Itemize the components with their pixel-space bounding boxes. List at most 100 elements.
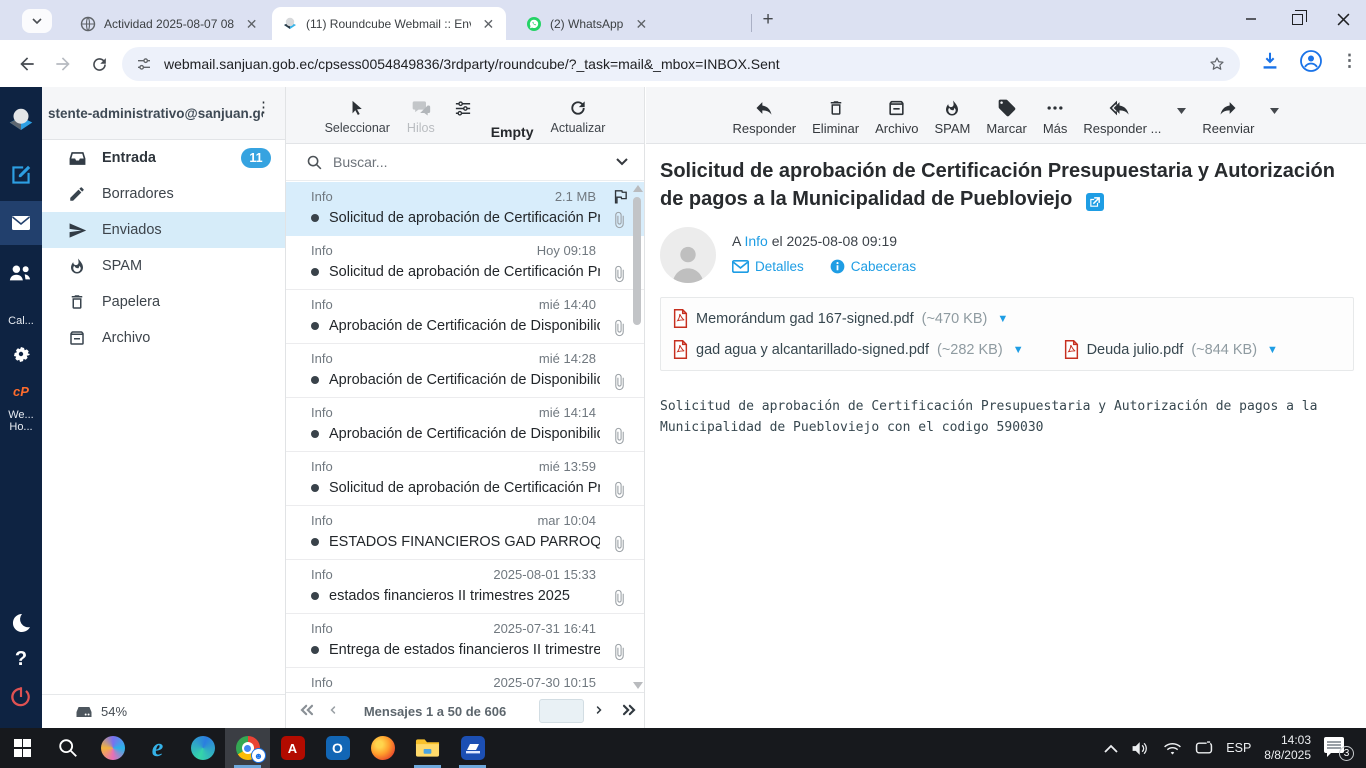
site-settings-icon[interactable] xyxy=(136,56,152,72)
search-bar[interactable] xyxy=(286,144,644,181)
compose-button[interactable] xyxy=(0,157,42,193)
cpanel-icon[interactable]: cP xyxy=(0,379,42,403)
outlook-icon[interactable]: O xyxy=(315,728,360,768)
next-page-button[interactable] xyxy=(592,700,606,720)
attachment-item[interactable]: Deuda julio.pdf (~844 KB) ▼ xyxy=(1064,340,1278,360)
attachment-item[interactable]: gad agua y alcantarillado-signed.pdf (~2… xyxy=(673,340,1024,360)
message-row[interactable]: Info Hoy 09:18 Solicitud de aprobación de… xyxy=(286,236,644,290)
acrobat-icon[interactable]: A xyxy=(270,728,315,768)
prev-page-button[interactable] xyxy=(326,700,340,720)
tab-roundcube[interactable]: (11) Roundcube Webmail :: Envi ✕ xyxy=(272,7,506,40)
threads-button[interactable]: Hilos xyxy=(407,96,435,135)
folder-drafts[interactable]: Borradores xyxy=(42,176,285,212)
flag-icon[interactable] xyxy=(611,188,630,205)
copilot-icon[interactable] xyxy=(90,728,135,768)
new-tab-button[interactable]: + xyxy=(757,10,779,32)
chrome-icon[interactable]: ☻ xyxy=(225,728,270,768)
wifi-icon[interactable] xyxy=(1163,741,1182,756)
forward-caret-icon[interactable] xyxy=(1270,96,1280,114)
archive-button[interactable]: Archivo xyxy=(875,96,918,136)
close-tab-icon[interactable]: ✕ xyxy=(633,16,649,32)
volume-icon[interactable] xyxy=(1131,740,1150,757)
mail-nav-button[interactable] xyxy=(0,201,42,245)
window-restore-button[interactable] xyxy=(1274,0,1320,38)
delete-button[interactable]: Eliminar xyxy=(812,96,859,136)
details-toggle[interactable]: Detalles xyxy=(732,259,804,274)
external-link-icon[interactable] xyxy=(1085,192,1104,211)
tab-whatsapp[interactable]: (2) WhatsApp ✕ xyxy=(516,7,744,40)
download-icon[interactable] xyxy=(1259,50,1281,72)
notification-center-icon[interactable]: 3 xyxy=(1324,735,1354,761)
headers-toggle[interactable]: Cabeceras xyxy=(830,259,916,274)
last-page-button[interactable] xyxy=(618,700,640,720)
logout-power-icon[interactable] xyxy=(0,680,42,714)
reply-all-button[interactable]: Responder ... xyxy=(1083,96,1161,136)
account-kebab-icon[interactable]: ⋮ xyxy=(256,100,271,115)
folder-spam[interactable]: SPAM xyxy=(42,248,285,284)
taskbar-search-button[interactable] xyxy=(45,728,90,768)
attachment-menu-caret-icon[interactable]: ▼ xyxy=(997,313,1008,325)
window-close-button[interactable] xyxy=(1320,0,1366,38)
message-row[interactable]: Info mar 10:04 ESTADOS FINANCIEROS GAD PA… xyxy=(286,506,644,560)
close-tab-icon[interactable]: ✕ xyxy=(245,16,258,32)
language-indicator[interactable]: ESP xyxy=(1226,741,1251,755)
scroll-down-arrow[interactable] xyxy=(633,682,643,689)
file-explorer-icon[interactable] xyxy=(405,728,450,768)
more-button[interactable]: Más xyxy=(1043,96,1067,136)
reply-all-caret-icon[interactable] xyxy=(1177,96,1187,114)
attachment-menu-caret-icon[interactable]: ▼ xyxy=(1267,344,1278,356)
folder-inbox[interactable]: Entrada 11 xyxy=(42,140,285,176)
tray-chevron-up-icon[interactable] xyxy=(1104,744,1118,753)
message-row[interactable]: Info 2025-07-30 10:15 xyxy=(286,668,644,692)
message-row[interactable]: Info 2.1 MB Solicitud de aprobación de Ce… xyxy=(286,182,644,236)
close-tab-icon[interactable]: ✕ xyxy=(481,16,496,32)
scroll-up-arrow[interactable] xyxy=(633,185,643,192)
message-row[interactable]: Info mié 14:28 Aprobación de Certificació… xyxy=(286,344,644,398)
profile-avatar-icon[interactable] xyxy=(1299,49,1323,73)
empty-button[interactable]: Empty xyxy=(491,96,534,140)
tab-search-chevron-icon[interactable] xyxy=(22,9,52,33)
account-header[interactable]: stente-administrativo@sanjuan.gob.ec ⋮ xyxy=(42,87,285,140)
help-button[interactable]: ? xyxy=(0,644,42,674)
scrollbar-thumb[interactable] xyxy=(633,197,641,325)
folder-archive[interactable]: Archivo xyxy=(42,320,285,356)
calendar-nav-label[interactable]: Cal... xyxy=(0,315,42,327)
dark-mode-moon-icon[interactable] xyxy=(0,606,42,640)
internet-explorer-icon[interactable]: e xyxy=(135,728,180,768)
tray-clock[interactable]: 14:03 8/8/2025 xyxy=(1264,733,1311,763)
search-options-chevron-icon[interactable] xyxy=(616,158,628,166)
options-button[interactable]: Empty xyxy=(452,96,474,118)
back-icon[interactable] xyxy=(14,51,40,77)
browser-menu-kebab-icon[interactable]: ⋮ xyxy=(1341,51,1358,71)
mark-button[interactable]: Marcar xyxy=(986,96,1027,136)
recipient-link[interactable]: Info xyxy=(744,233,767,249)
refresh-button[interactable]: Actualizar xyxy=(551,96,605,135)
folder-trash[interactable]: Papelera xyxy=(42,284,285,320)
firefox-icon[interactable] xyxy=(360,728,405,768)
message-row[interactable]: Info 2025-08-01 15:33 estados financieros… xyxy=(286,560,644,614)
url-bar[interactable]: webmail.sanjuan.gob.ec/cpsess0054849836/… xyxy=(122,47,1240,81)
tab-actividad[interactable]: Actividad 2025-08-07 08:00:00 ✕ xyxy=(70,7,268,40)
reload-icon[interactable] xyxy=(86,51,112,77)
forward-icon[interactable] xyxy=(50,51,76,77)
reply-button[interactable]: Responder xyxy=(733,96,796,136)
message-row[interactable]: Info 2025-07-31 16:41 Entrega de estados … xyxy=(286,614,644,668)
message-row[interactable]: Info mié 13:59 Solicitud de aprobación de… xyxy=(286,452,644,506)
url-text[interactable]: webmail.sanjuan.gob.ec/cpsess0054849836/… xyxy=(164,56,1198,72)
select-button[interactable]: Seleccionar xyxy=(325,96,390,135)
forward-button[interactable]: Reenviar xyxy=(1202,96,1254,136)
message-row[interactable]: Info mié 14:14 Aprobación de Certificació… xyxy=(286,398,644,452)
search-input[interactable] xyxy=(333,154,606,170)
bookmark-star-icon[interactable] xyxy=(1208,55,1226,73)
folder-sent[interactable]: Enviados xyxy=(42,212,285,248)
scan-app-icon[interactable] xyxy=(450,728,495,768)
contacts-nav-button[interactable] xyxy=(0,253,42,291)
attachment-menu-caret-icon[interactable]: ▼ xyxy=(1013,344,1024,356)
list-scrollbar[interactable] xyxy=(632,185,643,689)
page-number-input[interactable] xyxy=(539,699,584,723)
edge-icon[interactable] xyxy=(180,728,225,768)
message-row[interactable]: Info mié 14:40 Aprobación de Certificació… xyxy=(286,290,644,344)
first-page-button[interactable] xyxy=(296,700,318,720)
settings-nav-button[interactable] xyxy=(0,337,42,371)
cast-icon[interactable] xyxy=(1195,741,1213,755)
